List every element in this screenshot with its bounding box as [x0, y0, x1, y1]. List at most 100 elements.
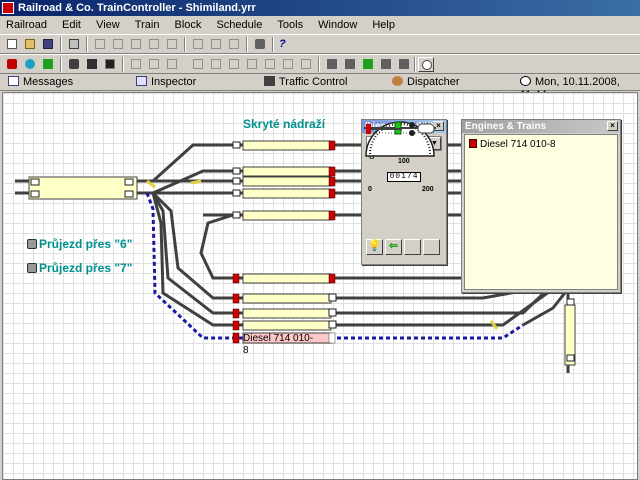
signal-red[interactable] — [328, 188, 336, 199]
help-icon[interactable]: ? — [276, 37, 292, 52]
block-track-9[interactable] — [242, 320, 332, 331]
signal-red[interactable] — [328, 210, 336, 221]
menu-train[interactable]: Train — [129, 16, 166, 31]
menu-help[interactable]: Help — [366, 16, 401, 31]
block-icon-8[interactable] — [262, 57, 278, 72]
block-track-3[interactable] — [242, 176, 332, 187]
block-track-6[interactable] — [242, 273, 332, 284]
brake-thumb[interactable] — [366, 124, 371, 134]
block-arrow — [124, 178, 134, 186]
save-icon[interactable] — [40, 37, 56, 52]
tab-dispatcher[interactable]: Dispatcher — [392, 76, 460, 90]
route-icon-3[interactable] — [378, 57, 394, 72]
block-icon-3[interactable] — [164, 57, 180, 72]
printer-train-icon[interactable] — [84, 57, 100, 72]
tab-messages[interactable]: Messages — [8, 76, 73, 90]
open-folder-icon[interactable] — [22, 37, 38, 52]
green-arrow-up-icon[interactable] — [40, 57, 56, 72]
signal-red[interactable] — [328, 176, 336, 187]
engine-list-item[interactable]: Diesel 714 010-8 — [469, 139, 556, 150]
menu-block[interactable]: Block — [169, 16, 208, 31]
main-toolbar: ? — [0, 34, 640, 54]
block-track-4[interactable] — [242, 188, 332, 199]
clock-icon[interactable] — [418, 57, 434, 72]
menu-view[interactable]: View — [90, 16, 126, 31]
route-a-icon[interactable] — [360, 57, 376, 72]
signal-red[interactable] — [232, 332, 240, 344]
toolbar-separator — [60, 37, 62, 52]
toolbar-separator — [60, 57, 62, 72]
route-button-7[interactable]: Průjezd přes "7" — [27, 261, 132, 275]
window-title: Railroad & Co. TrainController - Shimila… — [18, 2, 256, 14]
engines-panel-title: Engines & Trains × — [462, 120, 620, 133]
signal-red[interactable] — [232, 308, 240, 319]
direction-indicator[interactable] — [417, 123, 435, 134]
route-icon-2[interactable] — [342, 57, 358, 72]
function-button-empty[interactable] — [404, 239, 421, 255]
new-file-icon[interactable] — [4, 37, 20, 52]
signal-red[interactable] — [328, 273, 336, 284]
align-icon[interactable] — [190, 37, 206, 52]
tab-traffic-control[interactable]: Traffic Control — [264, 76, 347, 90]
light-bulb-icon[interactable]: 💡 — [366, 239, 383, 255]
gauge-max-label: 200 — [422, 186, 434, 193]
block-track-2[interactable] — [242, 166, 332, 177]
clock-status[interactable]: Mon, 10.11.2008, 11:44 ... — [520, 76, 640, 101]
menu-schedule[interactable]: Schedule — [210, 16, 268, 31]
function-button-empty[interactable] — [423, 239, 440, 255]
wrench-icon[interactable] — [252, 37, 268, 52]
block-icon-7[interactable] — [244, 57, 260, 72]
switchboard-canvas[interactable]: Skryté nádraží Průjezd přes "6" Průjezd … — [2, 92, 638, 480]
block-icon-5[interactable] — [208, 57, 224, 72]
train-in-block-label[interactable]: Diesel 714 010-8 — [243, 333, 315, 356]
block-arrow — [328, 320, 337, 329]
signal-red[interactable] — [232, 293, 240, 304]
stop-sign-icon[interactable] — [4, 57, 20, 72]
route-icon-4[interactable] — [396, 57, 412, 72]
block-track-8[interactable] — [242, 308, 332, 319]
redo-icon[interactable] — [110, 37, 126, 52]
menu-edit[interactable]: Edit — [56, 16, 87, 31]
toolbar-separator — [86, 37, 88, 52]
menu-tools[interactable]: Tools — [271, 16, 309, 31]
undo-icon[interactable] — [92, 37, 108, 52]
signal-red[interactable] — [328, 140, 336, 151]
paste-icon[interactable] — [164, 37, 180, 52]
signal-white[interactable] — [328, 332, 336, 344]
block-icon-4[interactable] — [190, 57, 206, 72]
clock-icon — [520, 76, 531, 86]
properties-icon[interactable] — [226, 37, 242, 52]
route-button-6[interactable]: Průjezd přes "6" — [27, 237, 132, 251]
route-icon — [27, 263, 37, 273]
engines-trains-panel: Engines & Trains × Diesel 714 010-8 — [461, 119, 621, 293]
route-icon-1[interactable] — [324, 57, 340, 72]
block-icon-10[interactable] — [298, 57, 314, 72]
signal-red[interactable] — [328, 166, 336, 177]
block-track-7[interactable] — [242, 293, 332, 304]
tab-inspector[interactable]: Inspector — [136, 76, 196, 90]
locomotive-icon[interactable] — [66, 57, 82, 72]
direction-left-icon[interactable]: ⇐ — [385, 239, 402, 255]
block-track-5[interactable] — [242, 210, 332, 221]
menu-window[interactable]: Window — [312, 16, 363, 31]
signal-red[interactable] — [232, 273, 240, 284]
cut-icon[interactable] — [128, 37, 144, 52]
print-icon[interactable] — [66, 37, 82, 52]
route-label-6: Průjezd přes "6" — [39, 237, 133, 251]
train-list-icon[interactable] — [102, 57, 118, 72]
signal-red[interactable] — [232, 320, 240, 331]
tab-traffic-control-label: Traffic Control — [279, 76, 348, 88]
block-icon-9[interactable] — [280, 57, 296, 72]
brake-slider[interactable] — [362, 120, 438, 138]
block-icon-2[interactable] — [146, 57, 162, 72]
align-right-icon[interactable] — [208, 37, 224, 52]
globe-icon[interactable] — [22, 57, 38, 72]
block-icon-1[interactable] — [128, 57, 144, 72]
loco-function-buttons: 💡 ⇐ — [366, 239, 442, 256]
block-icon-6[interactable] — [226, 57, 242, 72]
menu-railroad[interactable]: Railroad — [0, 16, 53, 31]
block-track-1[interactable] — [242, 140, 332, 151]
close-icon[interactable]: × — [607, 121, 618, 131]
block-left-entry[interactable] — [28, 176, 138, 200]
copy-icon[interactable] — [146, 37, 162, 52]
